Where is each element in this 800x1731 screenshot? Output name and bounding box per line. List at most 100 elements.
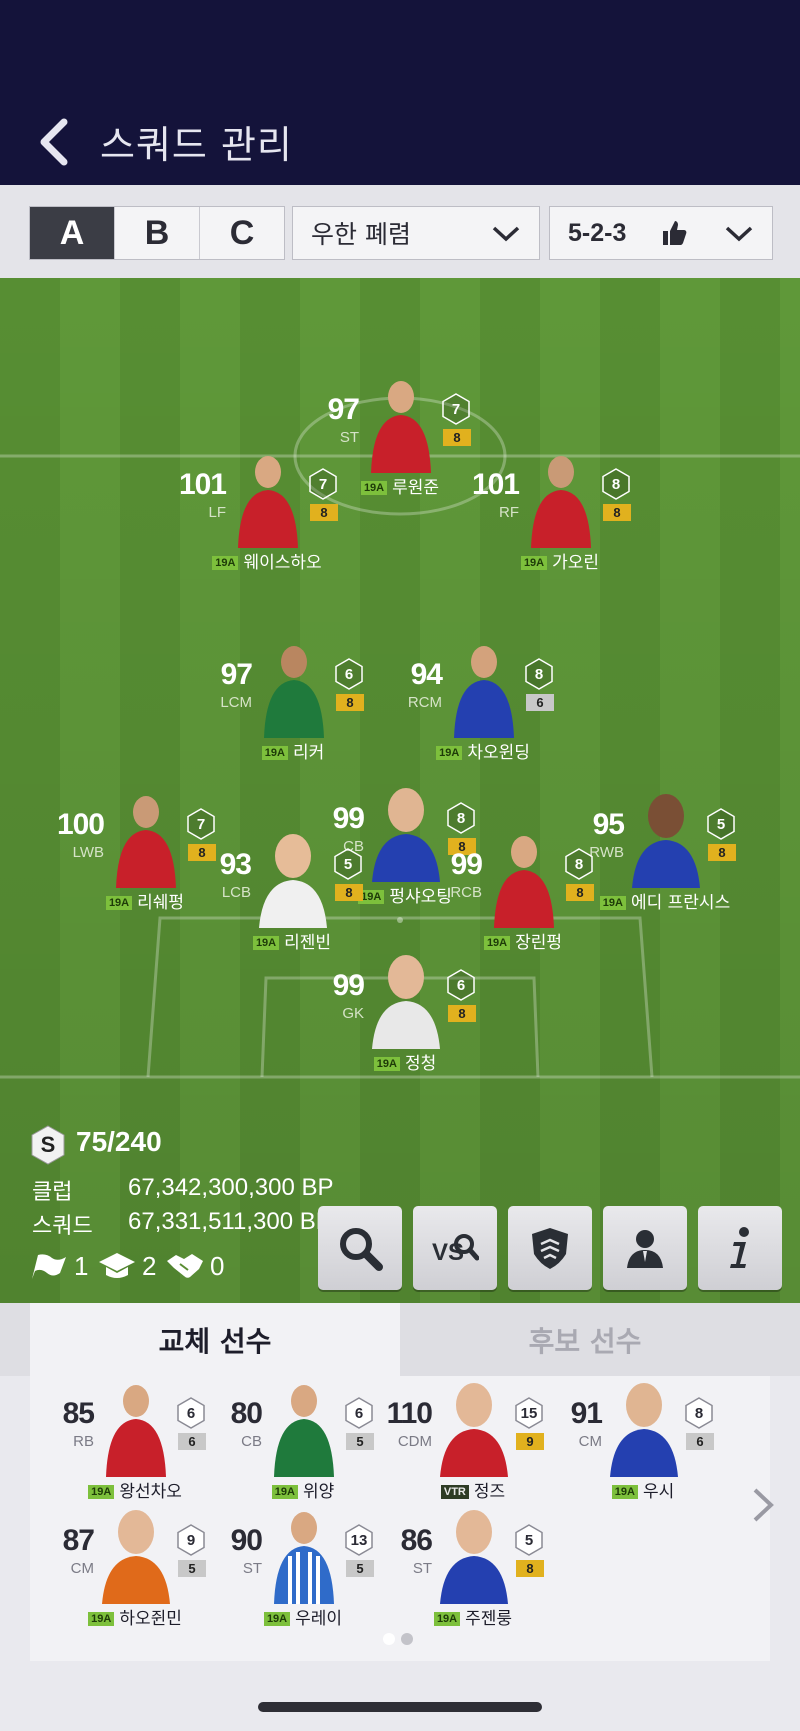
player-photo bbox=[632, 794, 700, 888]
squad-tab-a[interactable]: A bbox=[30, 207, 115, 259]
player-position: GK bbox=[342, 1005, 364, 1022]
vs-search-button[interactable]: VS bbox=[413, 1206, 497, 1290]
player-name: 위양 bbox=[302, 1482, 335, 1502]
rank-hexagon: 5 bbox=[333, 848, 363, 880]
player-rating: 100 bbox=[56, 808, 105, 841]
squad-tab-group: A B C bbox=[29, 206, 285, 260]
player-position: CM bbox=[70, 1560, 94, 1577]
player-name-row: 19A 우시 bbox=[538, 1477, 748, 1502]
rank-hexagon: 7 bbox=[308, 468, 338, 500]
player-rating: 80 bbox=[230, 1397, 263, 1430]
app-header: 스쿼드 관리 bbox=[0, 0, 800, 185]
player-name: 정즈 bbox=[473, 1482, 506, 1502]
player-name-row: 19A 장린펑 bbox=[418, 928, 628, 953]
player-photo bbox=[610, 1383, 678, 1477]
player-photo bbox=[440, 1383, 508, 1477]
player-card[interactable]: 99 GK 6 8 19A 정청 bbox=[300, 951, 510, 1074]
player-card[interactable]: 93 LCB 5 8 19A 리젠빈 bbox=[187, 830, 397, 953]
player-name-row: 19A 차오윈딩 bbox=[378, 738, 588, 763]
squad-tab-b[interactable]: B bbox=[115, 207, 200, 259]
info-button[interactable] bbox=[698, 1206, 782, 1290]
player-name-row: 19A 리커 bbox=[188, 738, 398, 763]
bench-tabs: 교체 선수 후보 선수 bbox=[0, 1303, 800, 1376]
team-select-value: 우한 폐렴 bbox=[311, 220, 411, 249]
sub-player-card[interactable]: 86 ST 5 8 19A 주젠룽 bbox=[368, 1506, 578, 1629]
player-position: ST bbox=[339, 429, 359, 446]
player-name-row: 19A 가오린 bbox=[455, 548, 665, 573]
level-badge: 8 bbox=[443, 429, 471, 446]
player-rating: 97 bbox=[220, 658, 253, 691]
team-select[interactable]: 우한 폐렴 bbox=[292, 206, 540, 260]
handshake-icon bbox=[167, 1254, 203, 1278]
player-name: 에디 프란시스 bbox=[630, 893, 731, 913]
player-photo bbox=[531, 456, 591, 548]
level-badge: 8 bbox=[336, 694, 364, 711]
next-page-button[interactable] bbox=[748, 1485, 778, 1525]
chevron-right-icon bbox=[753, 1488, 774, 1522]
season-badge: 19A bbox=[520, 556, 548, 570]
season-badge: 19A bbox=[433, 1612, 461, 1626]
player-name: 리커 bbox=[292, 743, 325, 763]
page-dot[interactable] bbox=[401, 1633, 413, 1645]
chevron-down-icon bbox=[725, 226, 753, 242]
home-indicator[interactable] bbox=[258, 1702, 542, 1712]
search-icon bbox=[340, 1228, 383, 1271]
player-photo bbox=[440, 1510, 508, 1604]
level-badge: 8 bbox=[516, 1560, 544, 1577]
player-position: ST bbox=[242, 1560, 262, 1577]
player-photo bbox=[116, 796, 176, 888]
player-card[interactable]: 94 RCM 8 6 19A 차오윈딩 bbox=[378, 640, 588, 763]
club-label: 클럽 bbox=[32, 1180, 73, 1205]
player-photo bbox=[274, 1385, 334, 1477]
shield-icon bbox=[532, 1228, 568, 1269]
player-name-row: 19A 정청 bbox=[300, 1049, 510, 1074]
player-photo bbox=[238, 456, 298, 548]
season-badge: VTR bbox=[440, 1485, 469, 1499]
season-badge: 19A bbox=[263, 1612, 291, 1626]
player-card[interactable]: 101 RF 8 8 19A 가오린 bbox=[455, 450, 665, 573]
shield-button[interactable] bbox=[508, 1206, 592, 1290]
level-badge: 8 bbox=[603, 504, 631, 521]
handshake-count: 0 bbox=[166, 1248, 224, 1284]
player-photo bbox=[371, 381, 431, 473]
season-badge: 19A bbox=[105, 896, 133, 910]
player-position: LF bbox=[208, 504, 226, 521]
squad-tab-c[interactable]: C bbox=[200, 207, 284, 259]
squad-score: 75/240 bbox=[76, 1126, 162, 1157]
player-position: LWB bbox=[72, 844, 104, 861]
level-badge: 8 bbox=[310, 504, 338, 521]
player-rating: 99 bbox=[450, 848, 483, 881]
player-rating: 94 bbox=[410, 658, 443, 691]
chevron-left-icon bbox=[40, 118, 68, 166]
player-rating: 101 bbox=[178, 468, 227, 501]
search-button[interactable] bbox=[318, 1206, 402, 1290]
vs-search-icon: VS bbox=[432, 1234, 479, 1266]
tab-reserves[interactable]: 후보 선수 bbox=[400, 1303, 770, 1376]
page-dot-active[interactable] bbox=[383, 1633, 395, 1645]
player-photo bbox=[274, 1512, 334, 1604]
player-name: 리쉐펑 bbox=[137, 893, 185, 913]
sub-player-card[interactable]: 91 CM 8 6 19A 우시 bbox=[538, 1379, 748, 1502]
player-card[interactable]: 97 LCM 6 8 19A 리커 bbox=[188, 640, 398, 763]
squad-value: 67,331,511,300 BP bbox=[128, 1208, 332, 1235]
player-card[interactable]: 99 RCB 8 8 19A 장린펑 bbox=[418, 830, 628, 953]
manager-icon bbox=[627, 1230, 663, 1268]
back-button[interactable] bbox=[34, 118, 74, 166]
player-photo bbox=[259, 834, 327, 928]
player-position: RCB bbox=[450, 884, 482, 901]
player-position: RB bbox=[73, 1433, 94, 1450]
player-position: LCB bbox=[221, 884, 251, 901]
manager-button[interactable] bbox=[603, 1206, 687, 1290]
chevron-down-icon bbox=[492, 226, 520, 242]
rank-hexagon: 8 bbox=[524, 658, 554, 690]
player-card[interactable]: 101 LF 7 8 19A 웨이스하오 bbox=[162, 450, 372, 573]
tab-substitutes[interactable]: 교체 선수 bbox=[30, 1303, 400, 1376]
formation-select[interactable]: 5-2-3 bbox=[549, 206, 773, 260]
player-name-row: 19A 주젠룽 bbox=[368, 1604, 578, 1629]
player-rating: 97 bbox=[327, 393, 360, 426]
player-name: 리젠빈 bbox=[284, 933, 332, 953]
player-rating: 110 bbox=[386, 1397, 433, 1430]
rank-hexagon: 8 bbox=[564, 848, 594, 880]
player-rating: 99 bbox=[332, 969, 365, 1002]
player-name: 우시 bbox=[642, 1482, 675, 1502]
